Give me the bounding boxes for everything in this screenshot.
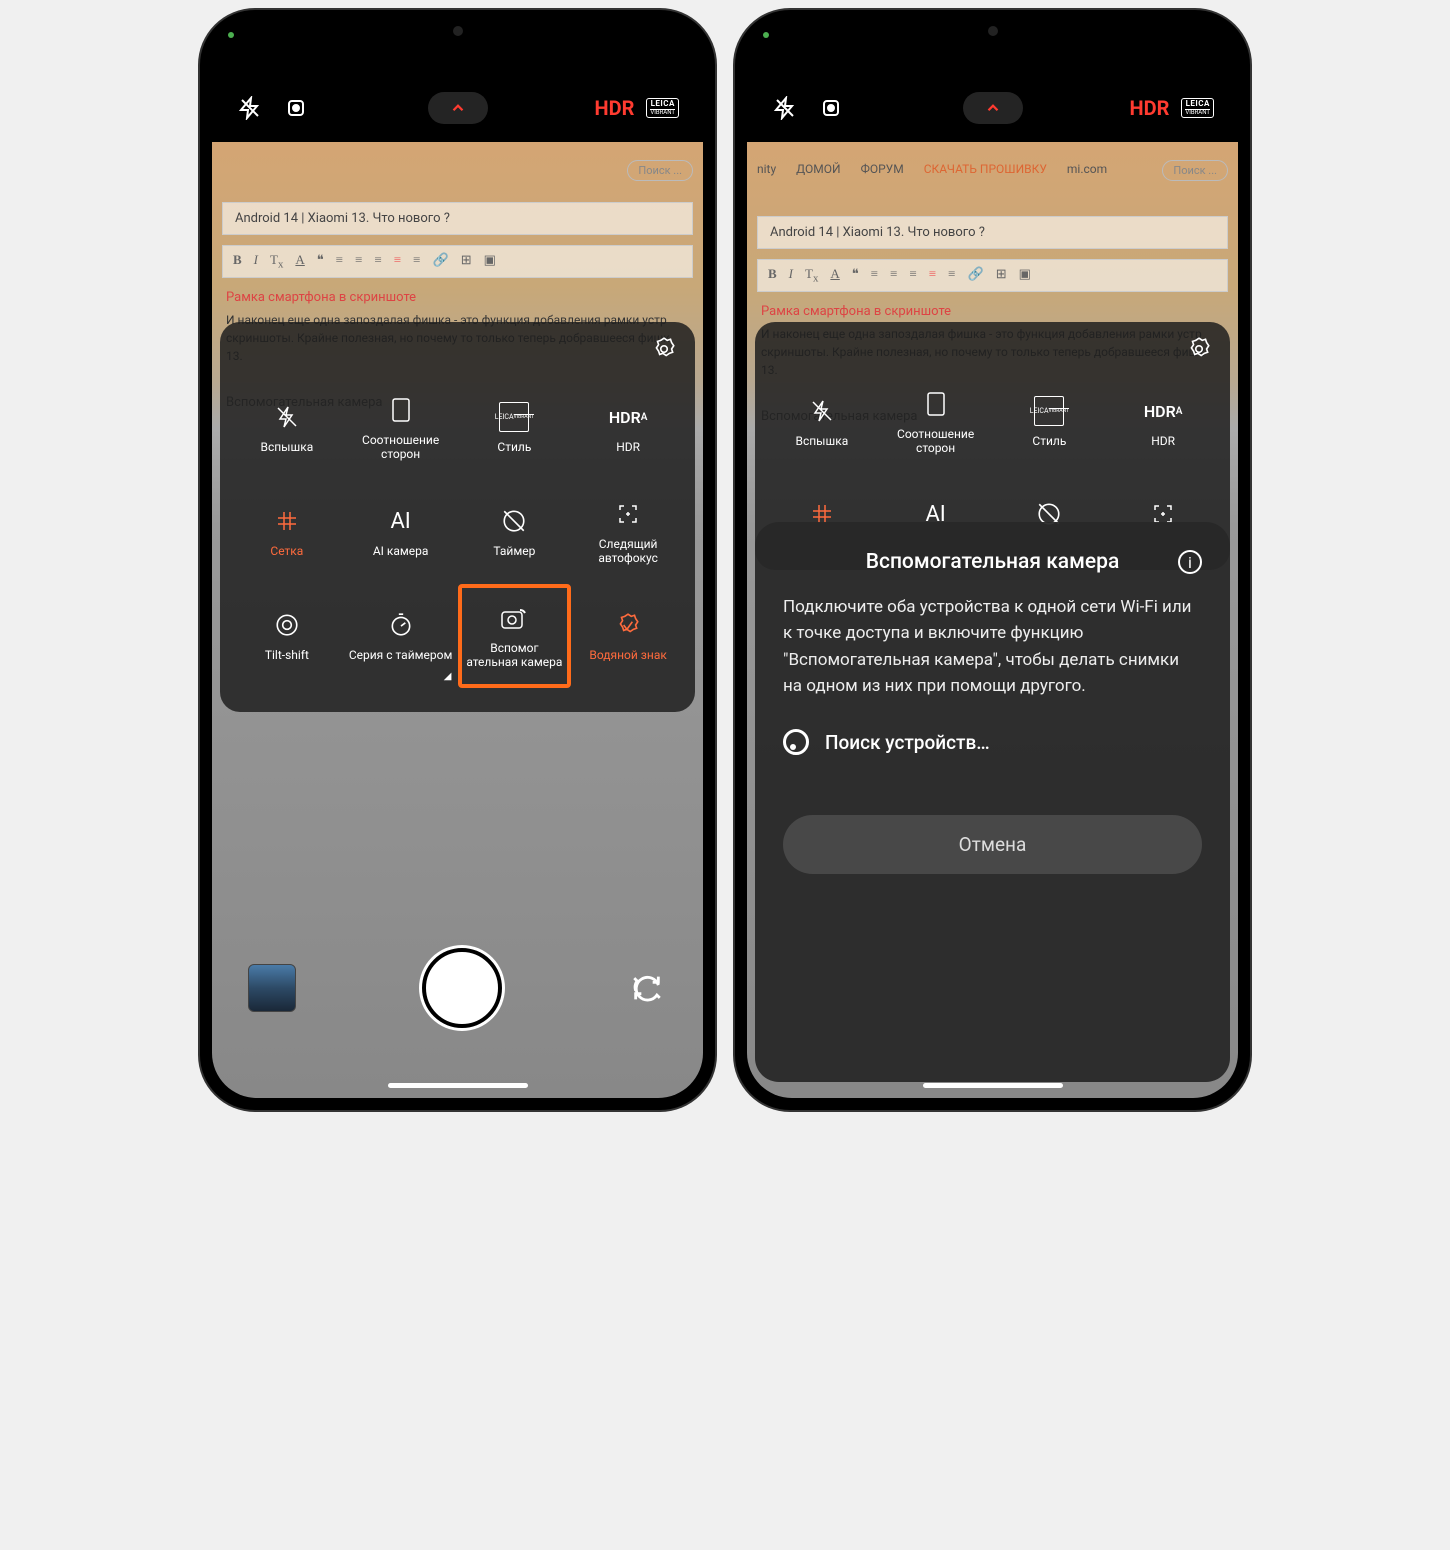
hdr-indicator[interactable]: HDR — [1129, 96, 1169, 120]
vf-nav: nity ДОМОЙ ФОРУМ СКАЧАТЬ ПРОШИВКУ mi.com — [757, 162, 1228, 176]
top-bar: HDR LEICA VIBRANT — [212, 78, 703, 138]
phone-left: HDR LEICA VIBRANT Поиск ... Android 14 |… — [200, 10, 715, 1110]
focus-icon — [613, 499, 643, 529]
flash-icon — [807, 396, 837, 426]
tilt-icon — [272, 610, 302, 640]
setting-style[interactable]: LEICA VIBRANT Стиль — [993, 376, 1107, 468]
camera-notch — [453, 26, 463, 36]
leica-mini-icon: LEICA VIBRANT — [1034, 396, 1064, 426]
phone-right: HDR LEICA VIBRANT nity ДОМОЙ ФОРУМ СКАЧА… — [735, 10, 1250, 1110]
settings-panel: Вспышка Соотношение сторон LEICA VIBRANT… — [220, 322, 695, 712]
leica-mini-icon: LEICA VIBRANT — [499, 402, 529, 432]
modal-body: Подключите оба устройства к одной сети W… — [783, 594, 1202, 699]
flash-icon — [272, 402, 302, 432]
burst-icon — [386, 610, 416, 640]
modal-searching: Поиск устройств… — [783, 729, 1202, 755]
setting-style[interactable]: LEICA VIBRANT Стиль — [458, 376, 572, 480]
vf-heading: Рамка смартфона в скриншоте — [761, 304, 1224, 319]
setting-ratio[interactable]: Соотношение сторон — [344, 376, 458, 480]
hdr-indicator[interactable]: HDR — [594, 96, 634, 120]
aux-camera-icon — [499, 603, 529, 633]
settings-grid: Вспышка Соотношение сторон LEICA VIBRANT… — [230, 376, 685, 688]
screen: HDR LEICA VIBRANT Поиск ... Android 14 |… — [212, 22, 703, 1098]
home-indicator[interactable] — [923, 1083, 1063, 1088]
hdr-icon: HDRA — [613, 402, 643, 432]
shutter-button[interactable] — [422, 948, 502, 1028]
lens-icon[interactable] — [817, 94, 845, 122]
hdr-icon: HDRA — [1148, 396, 1178, 426]
setting-aux-camera[interactable]: Вспомог ательная камера — [458, 584, 572, 688]
top-bar: HDR LEICA VIBRANT — [747, 78, 1238, 138]
setting-watermark[interactable]: Водяной знак — [571, 584, 685, 688]
leica-badge[interactable]: LEICA VIBRANT — [1181, 98, 1214, 118]
modal-header: Вспомогательная камера i — [783, 550, 1202, 574]
flash-off-icon[interactable] — [236, 94, 264, 122]
flash-off-icon[interactable] — [771, 94, 799, 122]
setting-tilt[interactable]: Tilt-shift — [230, 584, 344, 688]
vf-heading: Рамка смартфона в скриншоте — [226, 290, 689, 305]
vf-title: Android 14 | Xiaomi 13. Что нового ? — [222, 202, 693, 235]
ratio-icon — [921, 389, 951, 419]
ratio-icon — [386, 395, 416, 425]
timer-icon — [499, 506, 529, 536]
status-indicator — [763, 32, 769, 38]
settings-gear-icon[interactable] — [651, 336, 677, 366]
ai-icon: AI — [386, 506, 416, 536]
panel-toggle[interactable] — [963, 92, 1023, 124]
leica-badge[interactable]: LEICA VIBRANT — [646, 98, 679, 118]
setting-hdr[interactable]: HDRA HDR — [1106, 376, 1220, 468]
info-icon[interactable]: i — [1178, 550, 1202, 574]
home-indicator[interactable] — [388, 1083, 528, 1088]
aux-camera-modal: Вспомогательная камера i Подключите оба … — [755, 522, 1230, 1082]
vf-search: Поиск ... — [1162, 160, 1228, 181]
modal-title: Вспомогательная камера — [866, 550, 1120, 574]
spinner-icon — [783, 729, 809, 755]
setting-focus[interactable]: Следящий автофокус — [571, 480, 685, 584]
panel-toggle[interactable] — [428, 92, 488, 124]
corner-indicator: ◢ — [444, 671, 452, 682]
setting-ai[interactable]: AI AI камера — [344, 480, 458, 584]
setting-grid[interactable]: Сетка — [230, 480, 344, 584]
vf-toolbar: BITxA❝≡≡≡≡≡🔗⊞▣ — [222, 245, 693, 278]
watermark-icon — [613, 610, 643, 640]
screen: HDR LEICA VIBRANT nity ДОМОЙ ФОРУМ СКАЧА… — [747, 22, 1238, 1098]
settings-gear-icon[interactable] — [1186, 336, 1212, 366]
vf-toolbar: BITxA❝≡≡≡≡≡🔗⊞▣ — [757, 259, 1228, 292]
status-indicator — [228, 32, 234, 38]
setting-flash[interactable]: Вспышка — [765, 376, 879, 468]
cancel-button[interactable]: Отмена — [783, 815, 1202, 874]
grid-icon — [272, 506, 302, 536]
gallery-thumbnail[interactable] — [248, 964, 296, 1012]
setting-flash[interactable]: Вспышка — [230, 376, 344, 480]
setting-hdr[interactable]: HDRA HDR — [571, 376, 685, 480]
bottom-controls — [212, 948, 703, 1028]
setting-timer[interactable]: Таймер — [458, 480, 572, 584]
camera-notch — [988, 26, 998, 36]
setting-ratio[interactable]: Соотношение сторон — [879, 376, 993, 468]
setting-burst[interactable]: Серия с таймером ◢ — [344, 584, 458, 688]
vf-search: Поиск ... — [627, 160, 693, 181]
switch-camera-icon[interactable] — [627, 968, 667, 1008]
lens-icon[interactable] — [282, 94, 310, 122]
vf-title: Android 14 | Xiaomi 13. Что нового ? — [757, 216, 1228, 249]
